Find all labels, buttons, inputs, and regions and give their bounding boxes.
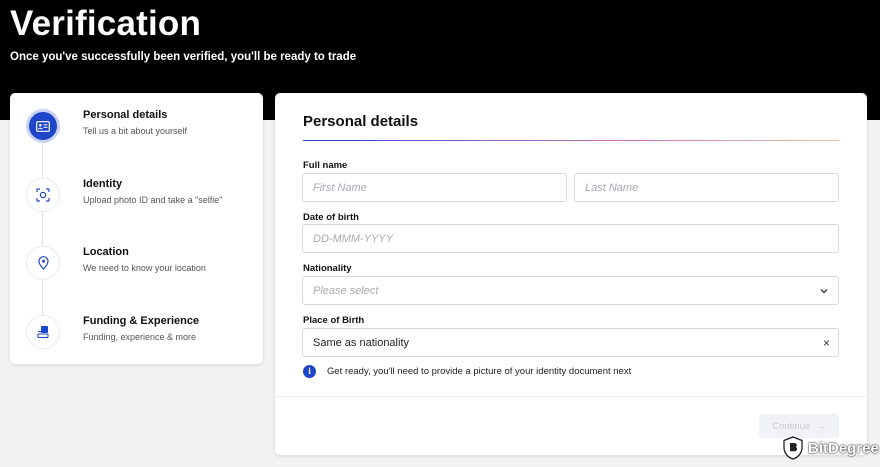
step-funding-experience[interactable]: Funding & Experience Funding, experience…	[26, 315, 256, 355]
continue-button[interactable]: Continue →	[759, 414, 839, 438]
step-location[interactable]: Location We need to know your location	[26, 246, 256, 286]
step-title: Personal details	[83, 109, 168, 121]
location-pin-icon	[26, 246, 60, 280]
info-message: Get ready, you'll need to provide a pict…	[327, 366, 632, 377]
watermark: BitDegree	[782, 436, 879, 460]
first-name-input[interactable]	[303, 174, 566, 201]
step-subtitle: Tell us a bit about yourself	[83, 126, 188, 136]
chevron-down-icon	[820, 289, 828, 294]
watermark-brand: BitDegree	[808, 439, 879, 457]
place-of-birth-value: Same as nationality	[313, 337, 409, 349]
info-notice: i Get ready, you'll need to provide a pi…	[303, 365, 843, 379]
dob-label: Date of birth	[303, 212, 359, 223]
step-title: Funding & Experience	[83, 315, 200, 327]
nationality-select[interactable]: Please select	[302, 276, 839, 305]
place-of-birth-label: Place of Birth	[303, 315, 365, 326]
step-subtitle: We need to know your location	[83, 263, 206, 273]
step-title: Identity	[83, 178, 123, 190]
nationality-label: Nationality	[303, 263, 352, 274]
place-of-birth-select[interactable]: Same as nationality ×	[302, 328, 839, 357]
steps-connector	[42, 141, 43, 331]
full-name-label: Full name	[303, 160, 348, 171]
face-scan-icon	[26, 178, 60, 212]
step-title: Location	[83, 246, 129, 258]
footer-divider	[275, 396, 867, 397]
dob-field[interactable]	[302, 224, 839, 253]
first-name-field[interactable]	[302, 173, 567, 202]
steps-panel: Personal details Tell us a bit about you…	[10, 93, 263, 364]
step-personal-details[interactable]: Personal details Tell us a bit about you…	[26, 109, 256, 149]
info-icon: i	[303, 365, 316, 378]
continue-label: Continue	[772, 420, 811, 432]
page-subtitle: Once you've successfully been verified, …	[10, 51, 357, 63]
bitdegree-logo-icon	[783, 436, 803, 460]
title-divider	[303, 140, 839, 141]
form-title: Personal details	[303, 113, 419, 130]
step-subtitle: Upload photo ID and take a "selfie"	[83, 195, 223, 205]
personal-details-form: Personal details Full name Date of birth…	[275, 93, 867, 455]
last-name-input[interactable]	[575, 174, 838, 201]
page-title: Verification	[10, 4, 202, 43]
step-subtitle: Funding, experience & more	[83, 332, 197, 342]
step-identity[interactable]: Identity Upload photo ID and take a "sel…	[26, 178, 256, 218]
arrow-right-icon: →	[816, 420, 826, 432]
id-card-icon	[26, 109, 60, 143]
dob-input[interactable]	[303, 225, 838, 252]
last-name-field[interactable]	[574, 173, 839, 202]
clear-icon[interactable]: ×	[823, 336, 830, 350]
funding-icon	[26, 315, 60, 349]
nationality-placeholder: Please select	[313, 285, 379, 297]
